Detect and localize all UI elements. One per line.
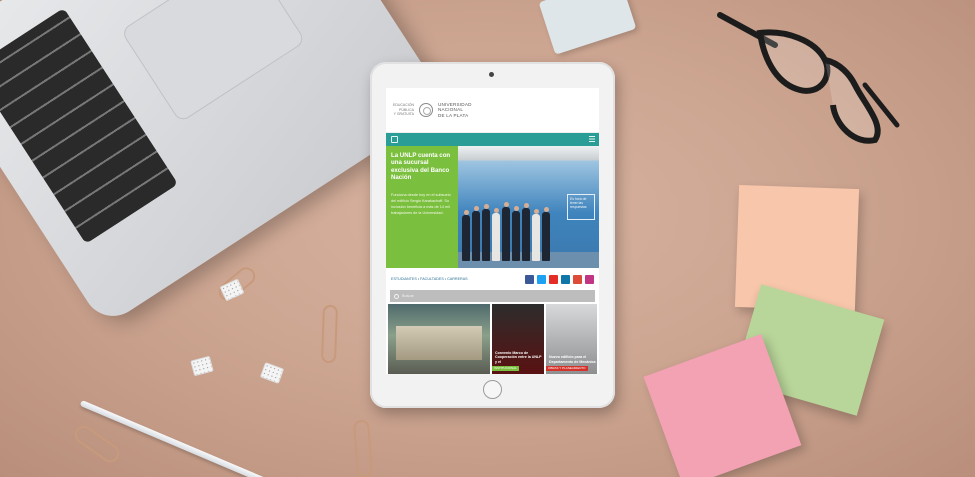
university-seal-icon[interactable] (419, 103, 433, 117)
pen (79, 400, 267, 477)
news-title: Convenio Marco de Cooperación entre la U… (495, 350, 542, 364)
paper-clip (352, 419, 374, 477)
home-button[interactable] (483, 380, 502, 399)
news-tile-1[interactable] (388, 304, 490, 374)
university-name[interactable]: UNIVERSIDAD NACIONAL DE LA PLATA (438, 102, 472, 118)
instagram-icon[interactable] (585, 274, 594, 284)
search-icon[interactable] (394, 293, 399, 299)
paper-card (538, 0, 637, 55)
person-figure (542, 207, 550, 261)
menu-icon[interactable] (391, 136, 398, 143)
hero-text-panel: La UNLP cuenta con una sucursal exclusiv… (386, 146, 458, 268)
news-title: Nuevo edificio para el Departamento de M… (549, 355, 596, 364)
news-category: INSTITUCIONAL (492, 366, 519, 371)
edu-line-3: Y GRATUITA (393, 112, 414, 117)
hamburger-icon[interactable] (589, 136, 595, 142)
search-bar[interactable]: Buscar (390, 290, 595, 302)
news-image-building (396, 326, 482, 360)
binder-clip (190, 355, 214, 377)
googleplus-icon[interactable] (573, 274, 582, 284)
hero-title[interactable]: La UNLP cuenta con una sucursal exclusiv… (391, 152, 453, 182)
laptop-trackpad (120, 0, 307, 124)
education-label: EDUCACIÓN PÚBLICA Y GRATUITA (392, 103, 414, 116)
person-figure (532, 209, 540, 261)
desk-scene: EDUCACIÓN PÚBLICA Y GRATUITA UNIVERSIDAD… (0, 0, 975, 477)
paper-clip (71, 422, 123, 466)
facebook-icon[interactable] (525, 274, 534, 284)
sign-line-3: respuestas (570, 205, 587, 210)
person-figure (502, 202, 510, 261)
binder-clip (259, 362, 285, 384)
paper-clip (320, 304, 339, 364)
bank-sign: Es hora de tener las respuestas (567, 194, 595, 220)
eyeglasses (717, 12, 900, 144)
hero-photo: Es hora de tener las respuestas (458, 146, 599, 268)
tablet: EDUCACIÓN PÚBLICA Y GRATUITA UNIVERSIDAD… (370, 62, 615, 408)
uni-line-3: DE LA PLATA (438, 112, 469, 118)
search-input[interactable]: Buscar (402, 294, 414, 298)
person-figure (472, 206, 480, 261)
person-figure (492, 208, 500, 261)
news-category: OBRAS Y PLANEAMIENTO (546, 366, 588, 371)
hero-body: Funciona desde hoy en el subsuelo del ed… (391, 192, 451, 216)
camera-dot (489, 72, 494, 77)
hero-banner[interactable]: La UNLP cuenta con una sucursal exclusiv… (386, 146, 599, 268)
tablet-screen: EDUCACIÓN PÚBLICA Y GRATUITA UNIVERSIDAD… (386, 88, 599, 374)
news-tile-3[interactable]: Nuevo edificio para el Departamento de M… (546, 304, 597, 374)
nav-bar (386, 133, 599, 146)
news-grid: Convenio Marco de Cooperación entre la U… (386, 304, 599, 374)
person-figure (522, 203, 530, 261)
news-tile-2[interactable]: Convenio Marco de Cooperación entre la U… (492, 304, 544, 374)
twitter-icon[interactable] (537, 274, 546, 284)
photo-ceiling (458, 146, 599, 160)
sticky-note-peach (734, 184, 860, 312)
person-figure (512, 206, 520, 261)
site-header: EDUCACIÓN PÚBLICA Y GRATUITA UNIVERSIDAD… (386, 88, 599, 133)
linkedin-icon[interactable] (561, 274, 570, 284)
quick-links-bar: ESTUDIANTES • FACULTADES • CARRERAS (386, 268, 599, 290)
person-figure (482, 204, 490, 261)
social-links (525, 274, 594, 284)
audience-links[interactable]: ESTUDIANTES • FACULTADES • CARRERAS (391, 277, 468, 281)
youtube-icon[interactable] (549, 274, 558, 284)
person-figure (462, 210, 470, 261)
